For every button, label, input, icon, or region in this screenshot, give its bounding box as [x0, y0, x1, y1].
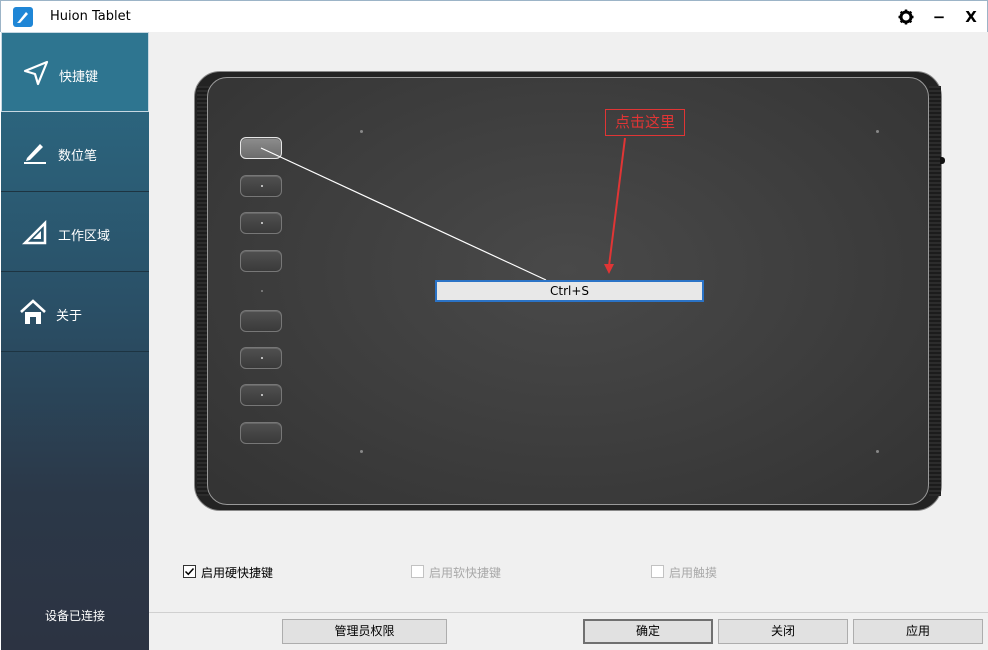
triangle-ruler-icon [21, 219, 47, 245]
window-title: Huion Tablet [50, 9, 131, 24]
sidebar-item-label: 关于 [56, 309, 83, 324]
tablet-corner-dot [876, 450, 879, 453]
express-key-2[interactable] [240, 175, 282, 197]
soft-shortcut-label: 启用软快捷键 [429, 566, 502, 580]
sidebar-item-label: 工作区域 [58, 229, 111, 244]
express-key-8[interactable] [240, 422, 282, 444]
connection-status: 设备已连接 [44, 609, 105, 623]
express-key-6[interactable] [240, 347, 282, 369]
minimize-button[interactable]: − [928, 6, 950, 28]
pen-icon [24, 144, 46, 164]
express-key-5[interactable] [240, 310, 282, 332]
ok-button[interactable]: 确定 [583, 619, 713, 644]
apply-button[interactable]: 应用 [853, 619, 983, 644]
sidebar-item-work-area[interactable]: 工作区域 [1, 192, 149, 272]
express-key-7[interactable] [240, 384, 282, 406]
express-key-4[interactable] [240, 250, 282, 272]
title-bar: Huion Tablet − X [0, 0, 988, 32]
key-dot [261, 394, 263, 396]
sidebar-item-about[interactable]: 关于 [1, 272, 149, 352]
express-key-3[interactable] [240, 212, 282, 234]
gear-icon[interactable] [895, 6, 917, 28]
touch-checkbox[interactable] [651, 565, 664, 578]
hard-shortcut-label: 启用硬快捷键 [201, 566, 274, 580]
tablet-corner-dot [360, 130, 363, 133]
key-dot [261, 357, 263, 359]
key-dot [261, 222, 263, 224]
tablet-corner-dot [876, 130, 879, 133]
key-divider-dot [261, 290, 263, 292]
soft-shortcut-checkbox[interactable] [411, 565, 424, 578]
sidebar-item-shortcuts[interactable]: 快捷键 [1, 32, 149, 112]
key-dot [261, 185, 263, 187]
sidebar-item-label: 快捷键 [59, 70, 99, 85]
paper-plane-icon [23, 60, 49, 86]
checkmark-icon [184, 567, 195, 576]
express-key-1[interactable] [240, 137, 282, 159]
close-window-button[interactable]: X [960, 6, 982, 28]
admin-button[interactable]: 管理员权限 [282, 619, 447, 644]
tablet-side-button [940, 157, 945, 164]
close-button[interactable]: 关闭 [718, 619, 848, 644]
annotation-callout: 点击这里 [605, 109, 685, 136]
sidebar-item-pen[interactable]: 数位笔 [1, 112, 149, 192]
sidebar: 快捷键 数位笔 工作区域 关于 设备已连接 [1, 32, 149, 650]
home-icon [20, 299, 46, 324]
app-logo-icon [13, 7, 33, 27]
tablet-corner-dot [360, 450, 363, 453]
sidebar-item-label: 数位笔 [58, 149, 98, 164]
hard-shortcut-checkbox[interactable] [183, 565, 196, 578]
tablet-grip-right [929, 86, 941, 496]
shortcut-input[interactable]: Ctrl+S [435, 280, 704, 302]
touch-label: 启用触摸 [669, 566, 718, 580]
